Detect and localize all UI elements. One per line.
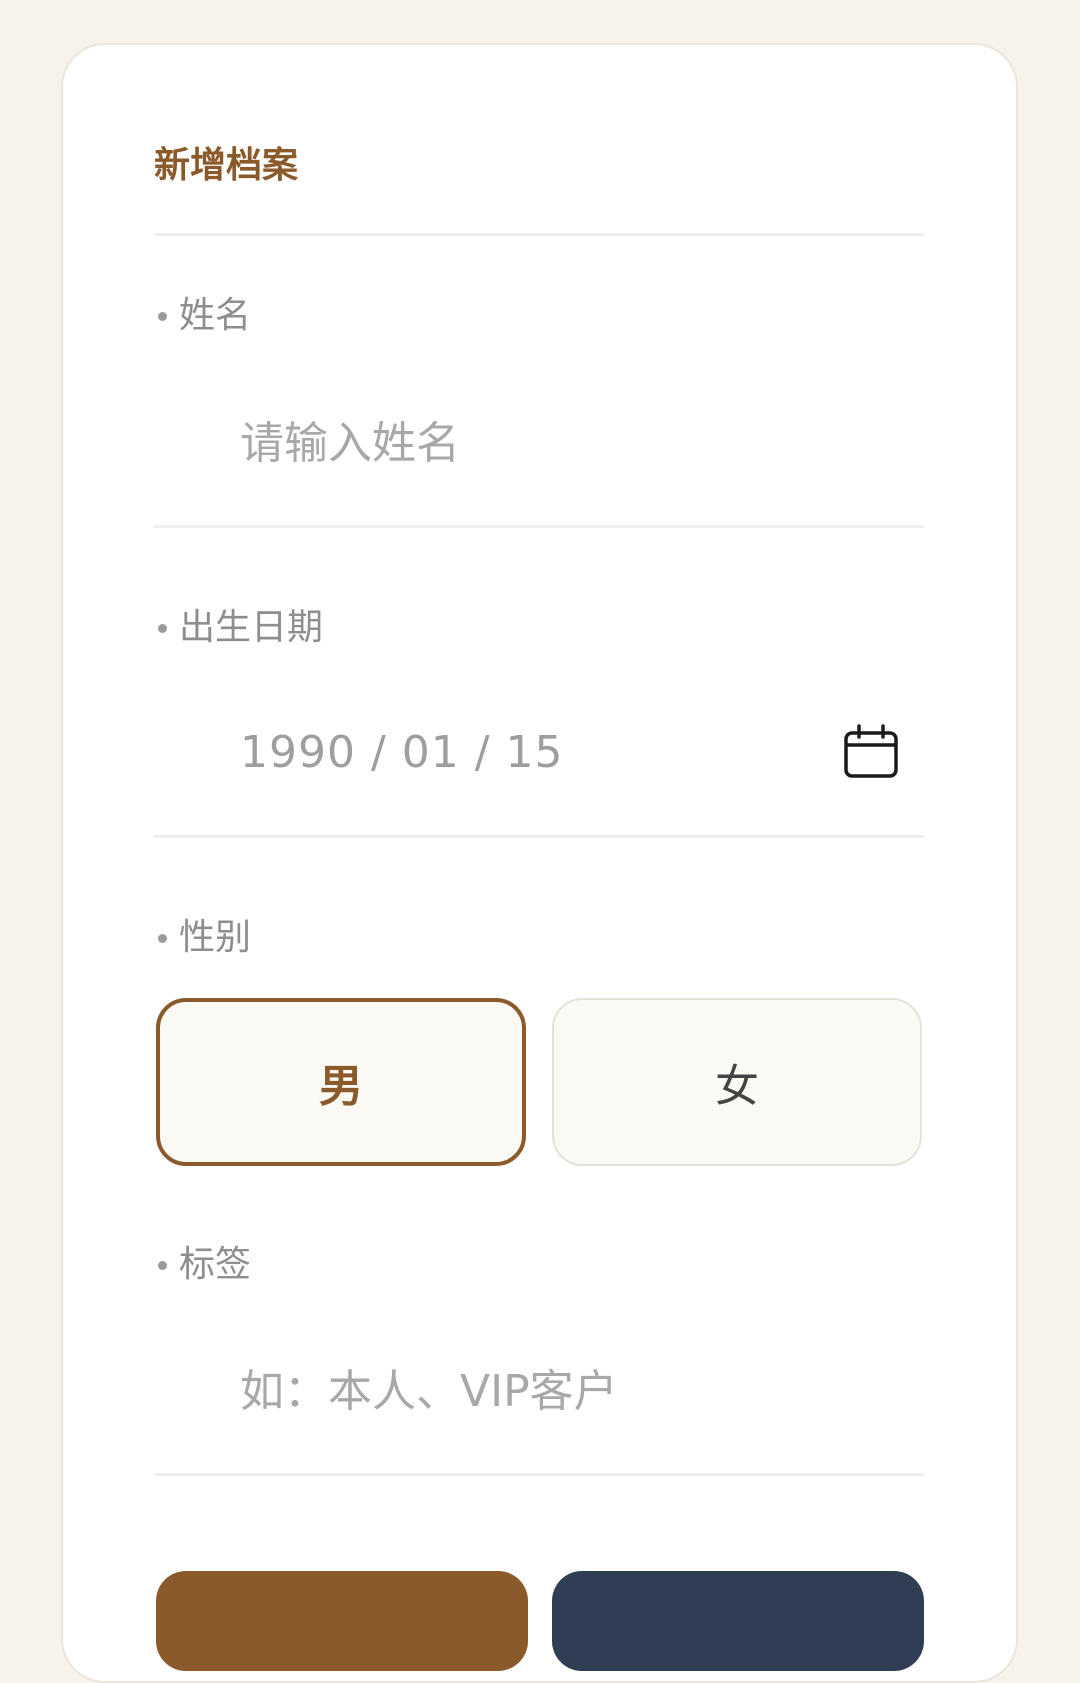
tags-field-label: 标签 <box>154 1240 251 1290</box>
name-input[interactable] <box>240 408 840 478</box>
form-title: 新增档案 <box>154 145 299 186</box>
secondary-action-button[interactable] <box>552 1571 924 1671</box>
birthdate-divider <box>154 835 924 838</box>
gender-field-label: 性别 <box>154 913 251 963</box>
tags-label-text: 标签 <box>179 1244 252 1285</box>
title-divider <box>154 233 924 236</box>
bullet-dot <box>158 623 167 633</box>
birthdate-label-text: 出生日期 <box>179 607 324 648</box>
name-field-label: 姓名 <box>154 291 251 341</box>
birthdate-field-label: 出生日期 <box>154 603 323 653</box>
calendar-icon[interactable] <box>843 724 899 780</box>
birthdate-input[interactable]: 1990 / 01 / 15 <box>240 718 564 788</box>
bullet-dot <box>158 933 167 943</box>
gender-option-male[interactable]: 男 <box>156 998 526 1166</box>
name-label-text: 姓名 <box>179 295 252 336</box>
bullet-dot <box>158 311 167 321</box>
gender-option-female[interactable]: 女 <box>552 998 922 1166</box>
primary-action-button[interactable] <box>156 1571 528 1671</box>
tags-divider <box>154 1473 924 1476</box>
name-divider <box>154 525 924 528</box>
form-card <box>61 43 1018 1683</box>
bullet-dot <box>158 1260 167 1270</box>
tags-input[interactable] <box>240 1356 840 1426</box>
gender-label-text: 性别 <box>179 917 252 958</box>
